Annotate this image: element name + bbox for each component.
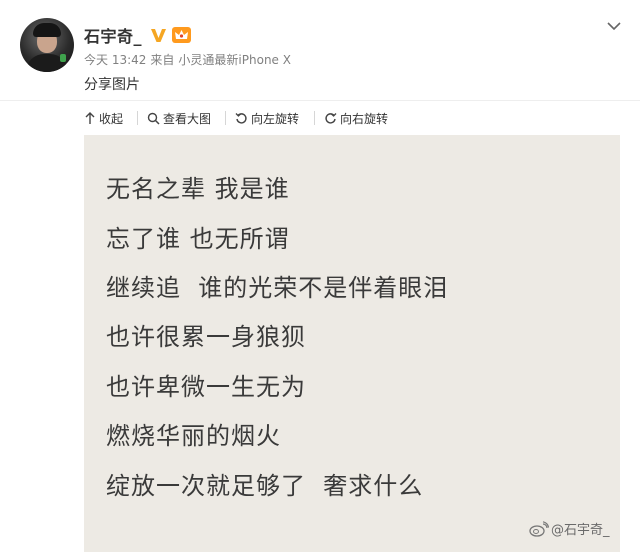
lyric-line: 忘了谁 也无所谓 [106,225,290,253]
rotate-right-icon [325,113,337,124]
from-label: 来自 [150,53,175,67]
view-large-label: 查看大图 [163,112,212,126]
verified-icon [150,27,167,44]
rotate-left-button[interactable]: 向左旋转 [235,101,299,136]
rotate-right-label: 向右旋转 [340,112,389,126]
view-large-button[interactable]: 查看大图 [147,101,211,136]
post-meta: 今天 13:42 来自 小灵通最新iPhone X [84,51,291,68]
post-image[interactable]: 无名之辈 我是谁 忘了谁 也无所谓 继续追 谁的光荣不是伴着眼泪 也许很累一身狼… [84,135,620,552]
collapse-button[interactable]: 收起 [84,101,123,136]
device-source[interactable]: 小灵通最新iPhone X [178,51,291,68]
post-time[interactable]: 今天 13:42 [84,51,146,68]
rotate-right-button[interactable]: 向右旋转 [324,101,388,136]
lyric-line: 继续追 谁的光荣不是伴着眼泪 [106,274,449,302]
lyric-line: 绽放一次就足够了 奢求什么 [106,472,424,500]
rotate-left-label: 向左旋转 [251,112,300,126]
watermark-text: @石宇奇_ [551,523,610,538]
zoom-icon [147,112,160,125]
vip-icon [172,27,192,43]
lyric-line: 也许很累一身狼狈 [106,323,306,351]
weibo-logo-icon [529,520,549,537]
rotate-left-icon [235,113,247,124]
avatar[interactable] [20,18,74,72]
user-line: 石宇奇_ [84,23,192,47]
image-watermark: @石宇奇_ [529,519,610,538]
collapse-label: 收起 [99,112,124,126]
lyric-line: 无名之辈 我是谁 [106,175,290,203]
lyric-line: 也许卑微一生无为 [106,373,306,401]
collapse-icon [85,112,95,124]
weibo-post-card: 石宇奇_ 今天 13:42 来自 小灵通最新iPhone X 分享图片 收起 查… [0,0,640,552]
lyric-line: 燃烧华丽的烟火 [106,422,281,450]
image-toolbar: 收起 查看大图 向左旋转 向右旋转 [0,100,640,135]
username[interactable]: 石宇奇_ [84,23,142,47]
post-text: 分享图片 [84,77,140,93]
chevron-down-icon[interactable] [606,18,622,34]
